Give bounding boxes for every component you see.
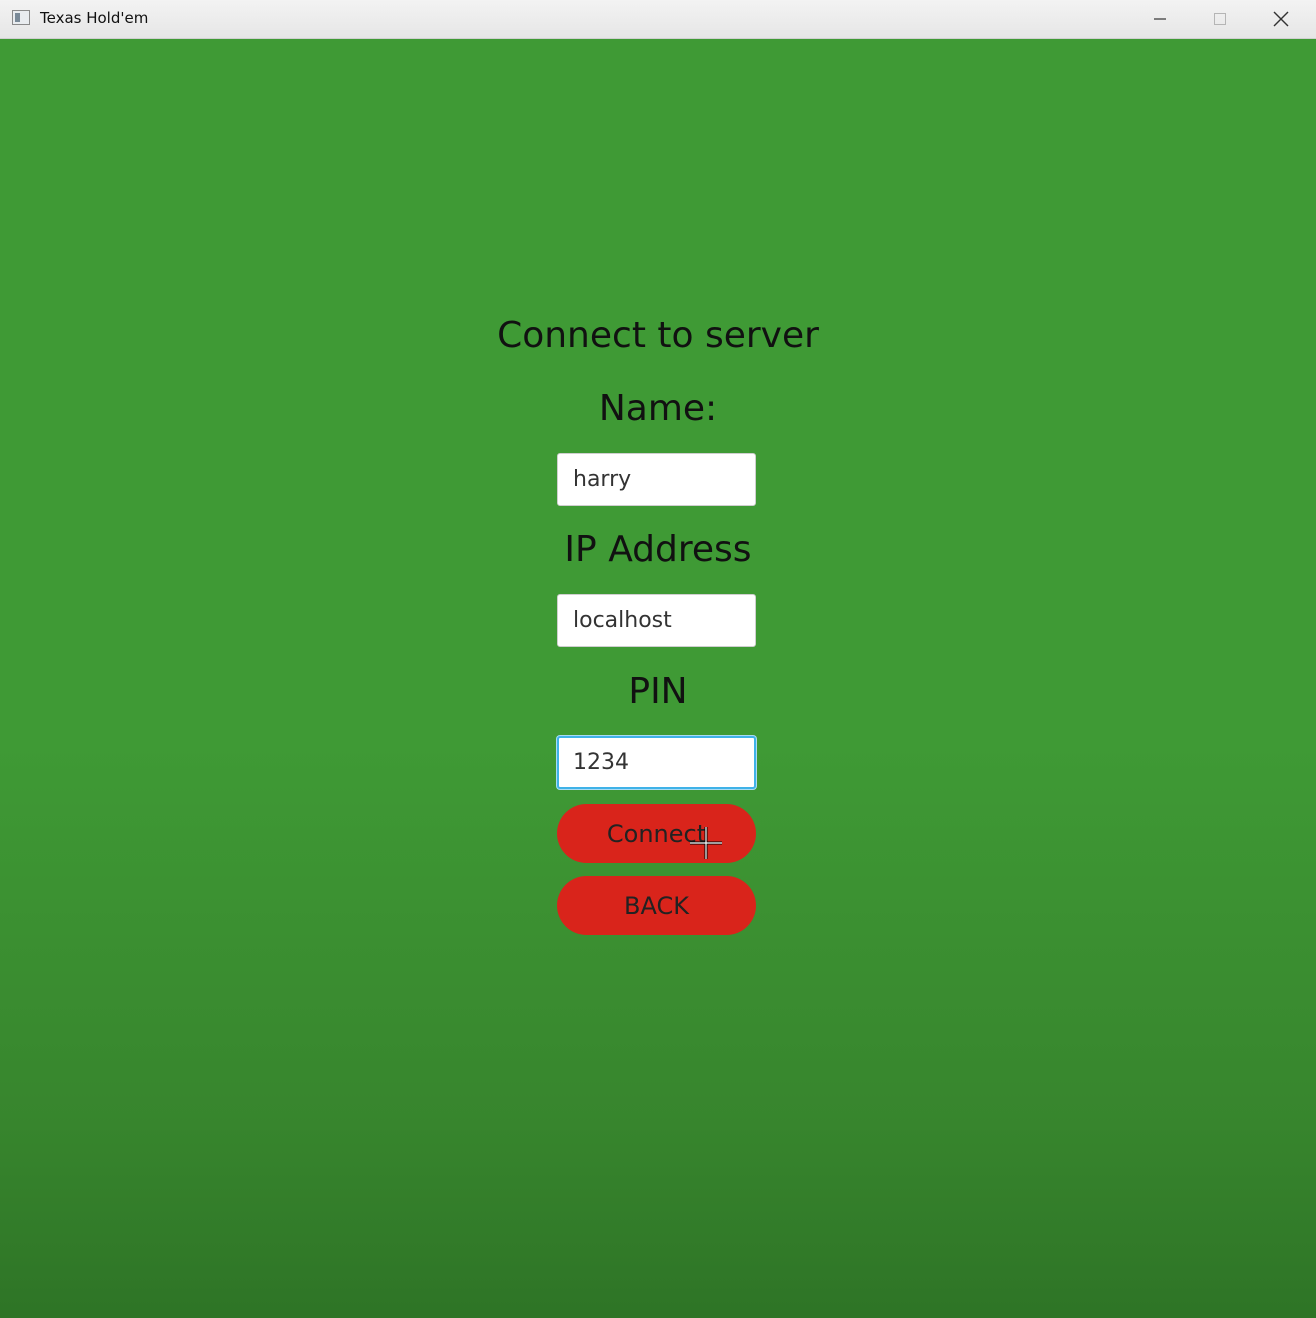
pin-label: PIN bbox=[628, 671, 688, 712]
name-label: Name: bbox=[598, 388, 718, 429]
connect-button[interactable]: Connect bbox=[557, 804, 756, 863]
pin-input[interactable] bbox=[557, 736, 756, 789]
minimize-icon bbox=[1154, 18, 1166, 20]
close-button[interactable] bbox=[1251, 0, 1311, 38]
maximize-icon bbox=[1214, 13, 1226, 25]
back-button[interactable]: BACK bbox=[557, 876, 756, 935]
name-input[interactable] bbox=[557, 453, 756, 506]
close-icon bbox=[1273, 11, 1289, 27]
ip-address-input[interactable] bbox=[557, 594, 756, 647]
window-title: Texas Hold'em bbox=[40, 9, 149, 27]
app-window-icon bbox=[12, 10, 30, 25]
minimize-button[interactable] bbox=[1130, 0, 1190, 38]
app-window: Texas Hold'em Connect to server Name: IP… bbox=[0, 0, 1316, 1318]
ip-address-label: IP Address bbox=[564, 529, 752, 570]
maximize-button[interactable] bbox=[1190, 0, 1250, 38]
connect-screen: Connect to server Name: IP Address PIN C… bbox=[0, 39, 1316, 1318]
page-title: Connect to server bbox=[497, 315, 819, 356]
title-bar[interactable]: Texas Hold'em bbox=[0, 0, 1316, 39]
